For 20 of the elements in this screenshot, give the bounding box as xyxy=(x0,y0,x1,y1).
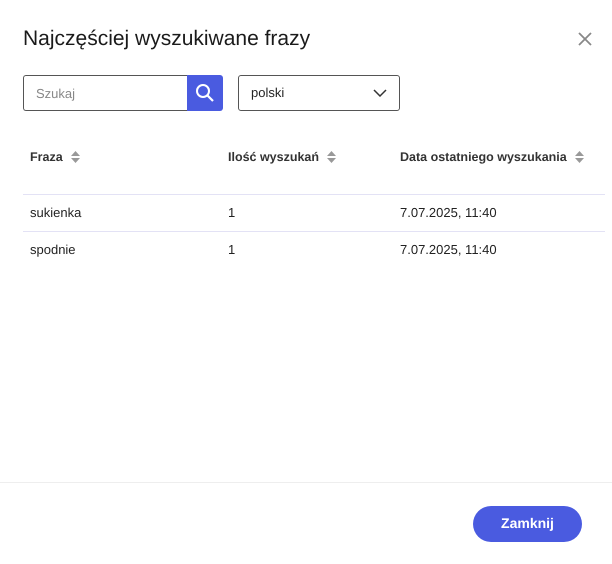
search-button[interactable] xyxy=(187,75,223,112)
search-icon xyxy=(195,83,215,104)
sort-icon xyxy=(327,150,336,163)
table-cell: 7.07.2025, 11:40 xyxy=(393,231,605,268)
language-dropdown[interactable]: polski xyxy=(238,75,400,112)
close-button[interactable] xyxy=(576,30,594,48)
dialog-title: Najczęściej wyszukiwane frazy xyxy=(23,26,310,52)
close-button[interactable]: Zamknij xyxy=(473,506,582,542)
table-cell: 7.07.2025, 11:40 xyxy=(393,194,605,232)
sort-icon xyxy=(574,150,584,163)
table-cell: 1 xyxy=(221,194,393,232)
table-cell: sukienka xyxy=(23,194,221,232)
search-field[interactable]: Szukaj xyxy=(23,75,187,112)
sort-icon xyxy=(70,150,80,163)
column-header[interactable]: Fraza xyxy=(30,148,80,166)
column-header[interactable]: Ilość wyszukań xyxy=(228,148,336,166)
column-header[interactable]: Data ostatniego wyszukania xyxy=(400,148,584,166)
chevron-down-icon xyxy=(373,89,387,98)
table-cell: spodnie xyxy=(23,231,221,268)
table-cell: 1 xyxy=(221,231,393,268)
